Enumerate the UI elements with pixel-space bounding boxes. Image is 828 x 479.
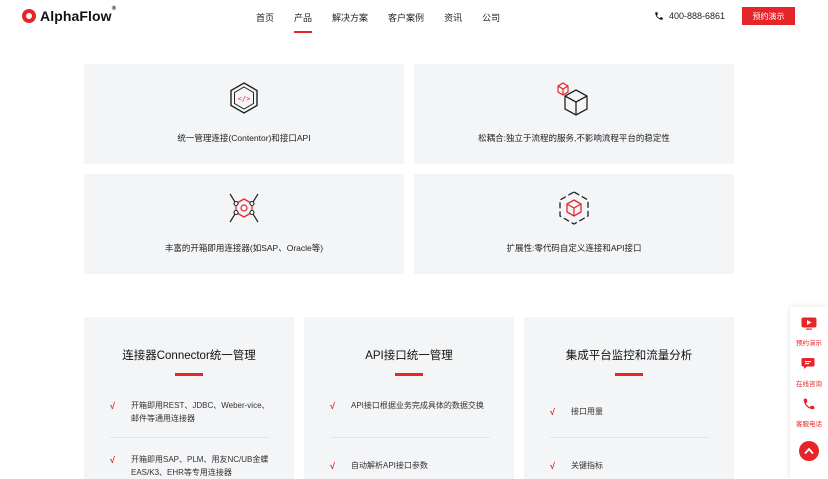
divider xyxy=(550,437,710,438)
feature-card-unified-management: </> 统一管理连接(Contentor)和接口API xyxy=(84,64,404,164)
feature-card-extensibility: 扩展性:零代码自定义连接和API接口 xyxy=(414,174,734,274)
list-item-text: API接口根据业务完成具体的数据交换 xyxy=(351,401,484,410)
arrow-up-icon xyxy=(804,447,814,455)
svg-text:</>: </> xyxy=(238,95,251,103)
float-label: 预约演示 xyxy=(796,340,822,347)
float-book-demo[interactable]: 预约演示 xyxy=(790,317,828,347)
network-nodes-icon xyxy=(229,193,259,223)
list-item: √ 自动解析API接口参数 xyxy=(330,459,490,472)
list-item: √ 开箱即用SAP、PLM、用友NC/UB金蝶EAS/K3、EHR等专用连接器 xyxy=(110,453,270,479)
logo-text: AlphaFlow xyxy=(40,8,112,24)
divider xyxy=(330,437,490,438)
code-hexagon-icon: </> xyxy=(230,82,258,114)
list-item-text: 接口用量 xyxy=(571,407,603,416)
check-icon: √ xyxy=(110,401,115,411)
title-underline xyxy=(395,373,423,376)
feature-text: 统一管理连接(Contentor)和接口API xyxy=(177,133,311,143)
main-nav: 首页 产品 解决方案 客户案例 资讯 公司 xyxy=(256,11,520,33)
nav-item-company[interactable]: 公司 xyxy=(482,11,500,33)
list-item-text: 开箱即用REST、JDBC、Weber-vice、邮件等通用连接器 xyxy=(131,401,270,423)
list-item: √ 开箱即用REST、JDBC、Weber-vice、邮件等通用连接器 xyxy=(110,399,270,425)
check-icon: √ xyxy=(110,455,115,465)
column-monitoring: 集成平台监控和流量分析 √ 接口用量 √ 关键指标 xyxy=(524,317,734,479)
list-item-text: 自动解析API接口参数 xyxy=(351,461,428,470)
list-item-text: 开箱即用SAP、PLM、用友NC/UB金蝶EAS/K3、EHR等专用连接器 xyxy=(131,455,269,477)
back-to-top-button[interactable] xyxy=(799,441,819,461)
float-sidebar: 预约演示 在线咨询 客服电话 xyxy=(790,307,828,479)
phone-number: 400-888-6861 xyxy=(669,11,726,21)
feature-card-loose-coupling: 松耦合:独立于流程的服务,不影响流程平台的稳定性 xyxy=(414,64,734,164)
column-title: 连接器Connector统一管理 xyxy=(122,350,256,362)
book-demo-button[interactable]: 预约演示 xyxy=(742,7,795,25)
nav-item-solutions[interactable]: 解决方案 xyxy=(332,11,368,33)
divider xyxy=(110,437,270,438)
feature-text: 松耦合:独立于流程的服务,不影响流程平台的稳定性 xyxy=(478,133,670,143)
column-title: API接口统一管理 xyxy=(365,350,453,362)
nav-item-news[interactable]: 资讯 xyxy=(444,11,462,33)
nav-item-products[interactable]: 产品 xyxy=(294,11,313,33)
logo[interactable]: AlphaFlow® xyxy=(22,6,117,24)
logo-mark-icon xyxy=(22,9,36,23)
feature-text: 扩展性:零代码自定义连接和API接口 xyxy=(506,243,642,253)
feature-card-connectors: 丰富的开箱即用连接器(如SAP、Oracle等) xyxy=(84,174,404,274)
float-hotline[interactable]: 客服电话 xyxy=(790,397,828,428)
float-label: 客服电话 xyxy=(796,421,822,428)
list-item: √ API接口根据业务完成具体的数据交换 xyxy=(330,399,490,412)
video-play-icon xyxy=(801,317,817,330)
list-item-text: 关键指标 xyxy=(571,461,603,470)
nav-item-home[interactable]: 首页 xyxy=(256,11,274,33)
feature-text: 丰富的开箱即用连接器(如SAP、Oracle等) xyxy=(164,243,324,253)
title-underline xyxy=(175,373,203,376)
header-phone[interactable]: 400-888-6861 xyxy=(654,11,725,21)
check-icon: √ xyxy=(330,401,335,411)
registered-mark: ® xyxy=(111,6,117,12)
column-connector-management: 连接器Connector统一管理 √ 开箱即用REST、JDBC、Weber-v… xyxy=(84,317,294,479)
float-online-chat[interactable]: 在线咨询 xyxy=(790,357,828,388)
check-icon: √ xyxy=(330,461,335,471)
title-underline xyxy=(615,373,643,376)
list-item: √ 接口用量 xyxy=(550,405,710,418)
nav-item-cases[interactable]: 客户案例 xyxy=(388,11,424,33)
hexagon-expand-icon xyxy=(559,191,589,225)
float-label: 在线咨询 xyxy=(796,381,822,388)
phone-icon xyxy=(655,12,663,20)
column-api-management: API接口统一管理 √ API接口根据业务完成具体的数据交换 √ 自动解析API… xyxy=(304,317,514,479)
site-header: AlphaFlow® 首页 产品 解决方案 客户案例 资讯 公司 400-888… xyxy=(0,0,828,34)
check-icon: √ xyxy=(550,407,555,417)
column-title: 集成平台监控和流量分析 xyxy=(565,350,693,362)
chat-icon xyxy=(801,358,815,369)
cube-icon xyxy=(557,82,588,116)
phone-icon xyxy=(803,398,815,410)
list-item: √ 关键指标 xyxy=(550,459,710,472)
check-icon: √ xyxy=(550,461,555,471)
